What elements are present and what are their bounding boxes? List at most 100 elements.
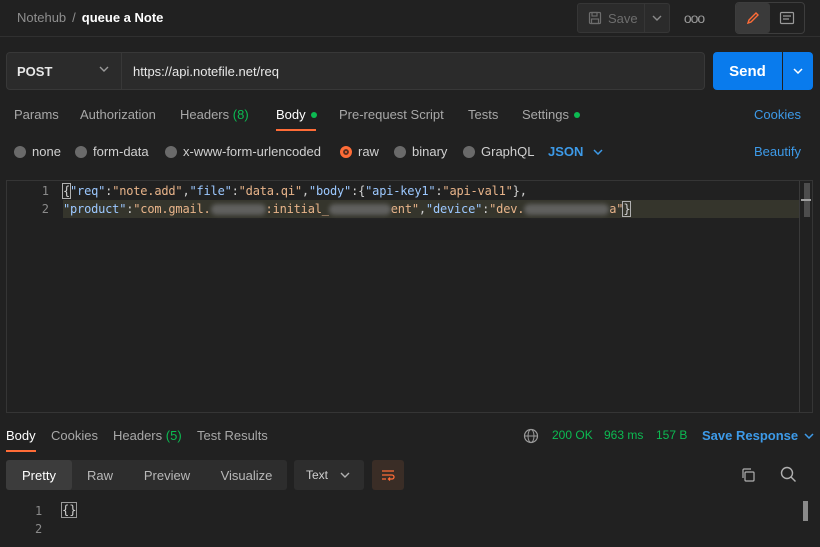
- radio-label: raw: [358, 144, 379, 159]
- radio-circle: [394, 145, 406, 158]
- radio-circle-selected: [340, 145, 352, 158]
- more-options-label: ooo: [683, 10, 705, 26]
- radio-none[interactable]: none: [14, 144, 61, 159]
- modified-indicator-dot: [310, 111, 317, 118]
- response-format-value: Text: [306, 468, 329, 482]
- json-key: "api-key1": [365, 184, 436, 198]
- code-brace: }: [622, 201, 632, 217]
- response-body-content[interactable]: {}: [60, 502, 78, 518]
- url-value: https://api.notefile.net/req: [133, 63, 279, 79]
- json-value-part: "dev.: [489, 202, 525, 216]
- response-view-segmented: Pretty Raw Preview Visualize: [6, 460, 287, 490]
- copy-icon[interactable]: [740, 467, 756, 483]
- send-dropdown-button[interactable]: [783, 52, 813, 90]
- json-key: "product": [63, 202, 127, 216]
- chevron-down-icon: [804, 432, 814, 439]
- radio-label: binary: [412, 144, 448, 159]
- radio-label: GraphQL: [481, 144, 535, 159]
- url-input[interactable]: https://api.notefile.net/req: [122, 52, 705, 90]
- tab-tests[interactable]: Tests: [468, 107, 498, 122]
- top-header: Notehub / queue a Note Save ooo: [0, 0, 820, 37]
- view-mode-toggle: [735, 2, 805, 34]
- radio-form-data[interactable]: form-data: [75, 144, 149, 159]
- view-raw[interactable]: Raw: [72, 460, 128, 490]
- pencil-icon: [746, 12, 759, 25]
- code-brace: {: [61, 183, 72, 199]
- edit-mode-button[interactable]: [736, 3, 770, 33]
- response-scrollbar[interactable]: [803, 501, 808, 521]
- radio-label: x-www-form-urlencoded: [183, 144, 321, 159]
- breadcrumb-request-name[interactable]: queue a Note: [82, 10, 164, 25]
- request-body-editor[interactable]: 1 2 {"req":"note.add","file":"data.qi","…: [6, 180, 813, 413]
- save-response-label: Save Response: [702, 428, 799, 443]
- tab-settings[interactable]: Settings: [522, 107, 580, 122]
- response-format-select[interactable]: Text: [294, 460, 364, 490]
- tab-authorization[interactable]: Authorization: [80, 107, 156, 122]
- response-size[interactable]: 157 B: [656, 428, 687, 442]
- line-gutter: 1 2: [7, 181, 55, 412]
- response-tab-headers[interactable]: Headers (5): [113, 428, 182, 443]
- radio-x-www-form-urlencoded[interactable]: x-www-form-urlencoded: [165, 144, 321, 159]
- save-button[interactable]: Save: [577, 3, 645, 33]
- save-dropdown-button[interactable]: [645, 3, 670, 33]
- tab-headers-count: (8): [232, 107, 249, 122]
- save-response-button[interactable]: Save Response: [702, 428, 814, 443]
- method-select[interactable]: POST: [6, 52, 122, 90]
- active-response-tab-indicator: [6, 450, 36, 452]
- radio-raw[interactable]: raw: [340, 144, 379, 159]
- json-value-part: ent": [390, 202, 419, 216]
- radio-graphql[interactable]: GraphQL: [463, 144, 534, 159]
- tab-settings-label: Settings: [522, 107, 569, 122]
- response-line-number: 2: [35, 522, 43, 536]
- json-value-part: "com.gmail.: [133, 202, 211, 216]
- editor-scroll-marker: [801, 199, 811, 201]
- response-tab-headers-label: Headers: [113, 428, 163, 443]
- save-icon: [588, 11, 602, 25]
- tab-headers[interactable]: Headers (8): [180, 107, 249, 122]
- breadcrumb-workspace[interactable]: Notehub: [17, 10, 66, 25]
- json-key: "file": [189, 184, 232, 198]
- more-options-button[interactable]: ooo: [682, 7, 706, 29]
- beautify-link[interactable]: Beautify: [754, 144, 801, 159]
- wrap-lines-icon: [382, 470, 395, 481]
- json-key: "req": [70, 184, 106, 198]
- response-tab-test-results[interactable]: Test Results: [197, 428, 268, 443]
- radio-circle: [14, 145, 26, 158]
- breadcrumb-separator: /: [72, 10, 76, 25]
- chevron-down-icon: [652, 15, 662, 21]
- response-status-code[interactable]: 200 OK: [552, 428, 593, 442]
- view-visualize[interactable]: Visualize: [206, 460, 287, 490]
- chevron-down-icon: [340, 472, 350, 478]
- json-key: "body": [308, 184, 352, 198]
- chevron-down-icon: [793, 68, 803, 74]
- response-tab-headers-count: (5): [165, 428, 182, 443]
- view-preview[interactable]: Preview: [128, 460, 206, 490]
- radio-circle: [165, 145, 177, 158]
- radio-circle: [463, 145, 475, 158]
- globe-icon[interactable]: [523, 428, 539, 444]
- tab-pre-request-script[interactable]: Pre-request Script: [339, 107, 444, 122]
- editor-scroll-track: [799, 181, 800, 412]
- documentation-mode-button[interactable]: [770, 3, 804, 33]
- radio-label: form-data: [93, 144, 149, 159]
- json-value-part: a": [609, 202, 624, 216]
- save-label: Save: [608, 10, 638, 26]
- search-icon[interactable]: [780, 466, 797, 483]
- chevron-down-icon: [593, 148, 603, 155]
- cookies-link[interactable]: Cookies: [754, 107, 801, 122]
- response-line-number: 1: [35, 504, 43, 518]
- redacted-blur: [210, 204, 266, 215]
- line-number: 1: [41, 184, 49, 198]
- radio-binary[interactable]: binary: [394, 144, 447, 159]
- response-tab-body[interactable]: Body: [6, 428, 36, 443]
- tab-body[interactable]: Body: [276, 107, 317, 122]
- json-value-part: :initial_: [265, 202, 329, 216]
- response-tab-cookies[interactable]: Cookies: [51, 428, 98, 443]
- active-tab-indicator: [276, 129, 316, 131]
- format-select[interactable]: JSON: [548, 144, 603, 159]
- response-time[interactable]: 963 ms: [604, 428, 643, 442]
- send-button[interactable]: Send: [713, 52, 782, 90]
- wrap-lines-button[interactable]: [372, 460, 404, 490]
- tab-params[interactable]: Params: [14, 107, 59, 122]
- view-pretty[interactable]: Pretty: [6, 460, 72, 490]
